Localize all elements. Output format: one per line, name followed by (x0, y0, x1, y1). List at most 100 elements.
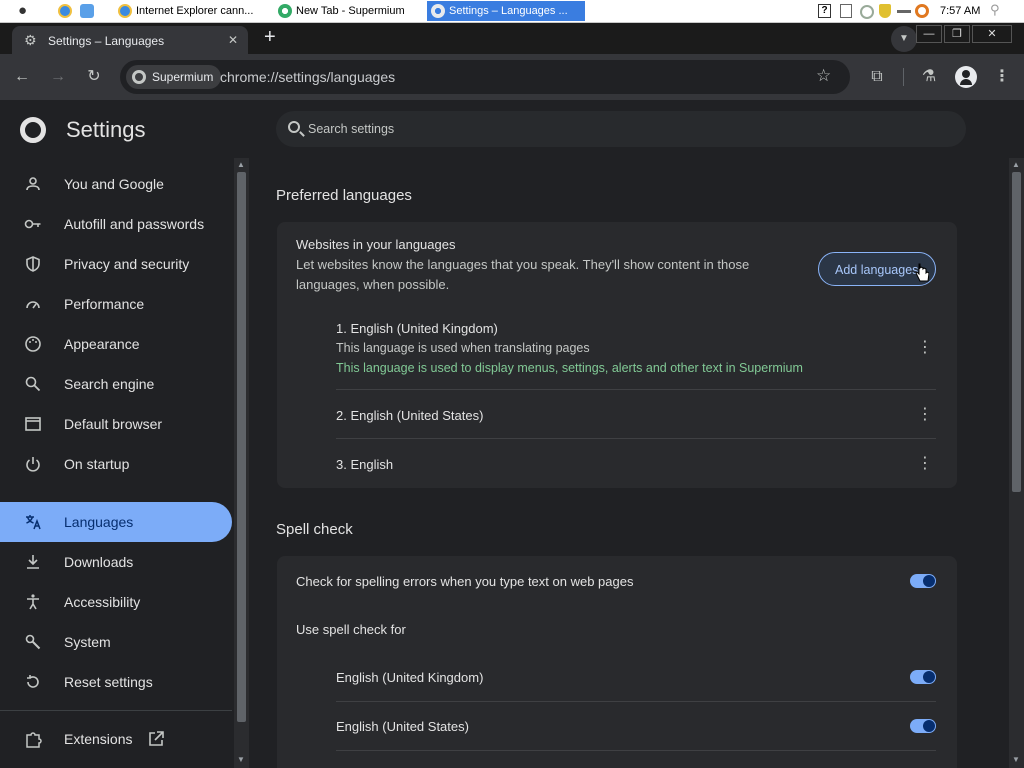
scroll-down-arrow-icon[interactable]: ▼ (237, 755, 245, 764)
sidebar-item-reset[interactable]: Reset settings (0, 662, 232, 702)
main-scrollbar[interactable]: ▲ ▼ (1009, 158, 1024, 768)
row-divider (336, 750, 936, 751)
chrome-logo-icon (20, 117, 46, 143)
ie-icon (118, 4, 132, 18)
scroll-up-arrow-icon[interactable]: ▲ (1012, 160, 1020, 169)
spell-check-toggle[interactable] (910, 574, 936, 588)
sidebar-item-downloads[interactable]: Downloads (0, 542, 232, 582)
spell-lang-label: English (United Kingdom) (336, 670, 484, 685)
tab-settings-languages[interactable]: ⚙ Settings – Languages ✕ (12, 26, 248, 54)
ie-quicklaunch-icon[interactable] (58, 4, 72, 18)
language-name: 1. English (United Kingdom) (336, 321, 498, 336)
menu-kebab-icon[interactable]: ⋮ (991, 66, 1013, 88)
sidebar-item-label: You and Google (64, 176, 164, 192)
shield-tray-icon[interactable] (879, 4, 891, 18)
person-icon (24, 175, 42, 193)
sidebar-item-extensions[interactable]: Extensions (0, 719, 232, 759)
sidebar-item-languages[interactable]: Languages (0, 502, 232, 542)
chip-label: Supermium (152, 70, 214, 84)
sidebar-item-on-startup[interactable]: On startup (0, 444, 232, 484)
card-description-line1: Let websites know the languages that you… (296, 257, 750, 272)
reset-icon (24, 673, 42, 691)
search-tray-icon[interactable] (915, 4, 929, 18)
download-icon (24, 553, 42, 571)
accessibility-icon (24, 593, 42, 611)
sidebar-item-label: Downloads (64, 554, 134, 570)
tab-close-icon[interactable]: ✕ (228, 33, 238, 47)
more-actions-icon[interactable]: ⋮ (917, 456, 933, 472)
sidebar-item-label: Search engine (64, 376, 155, 392)
reload-icon[interactable]: ↻ (83, 66, 105, 88)
taskbar-item-settings[interactable]: Settings – Languages ... (427, 1, 585, 21)
new-tab-button[interactable]: + (264, 26, 276, 49)
bookmark-star-icon[interactable]: ☆ (816, 66, 831, 86)
more-actions-icon[interactable]: ⋮ (917, 340, 933, 356)
row-divider (336, 389, 936, 390)
sidebar-item-label: Default browser (64, 416, 163, 432)
scrollbar-thumb[interactable] (1012, 172, 1021, 492)
search-input[interactable]: Search settings (308, 122, 394, 136)
settings-search-box[interactable]: Search settings (276, 111, 966, 147)
sidebar-item-search-engine[interactable]: Search engine (0, 364, 232, 404)
network-tray-icon[interactable] (840, 4, 852, 18)
supermium-logo-icon (132, 70, 146, 84)
sidebar-item-performance[interactable]: Performance (0, 284, 232, 324)
sidebar-item-label: Appearance (64, 336, 140, 352)
url-text[interactable]: chrome://settings/languages (220, 69, 395, 85)
settings-page: Settings Search settings You and Google … (0, 100, 1024, 768)
more-actions-icon[interactable]: ⋮ (917, 407, 933, 423)
labs-flask-icon[interactable]: ⚗ (918, 66, 940, 88)
sidebar-divider (0, 710, 232, 711)
extensions-puzzle-icon[interactable]: ⧉ (866, 66, 888, 88)
search-icon-handle (299, 131, 305, 137)
add-languages-label: Add languages (835, 263, 919, 277)
sidebar-item-label: On startup (64, 456, 130, 472)
sync-tray-icon[interactable] (860, 5, 874, 19)
taskbar-item-label: New Tab - Supermium (296, 5, 405, 17)
close-window-button[interactable]: ✕ (972, 25, 1012, 43)
back-arrow-icon[interactable]: ← (11, 66, 33, 88)
sidebar-item-autofill[interactable]: Autofill and passwords (0, 204, 232, 244)
sidebar-scrollbar[interactable]: ▲ ▼ (234, 158, 249, 768)
sidebar-item-appearance[interactable]: Appearance (0, 324, 232, 364)
scroll-down-arrow-icon[interactable]: ▼ (1012, 755, 1020, 764)
window-controls: — ❐ ✕ (914, 25, 1012, 43)
sidebar-item-privacy[interactable]: Privacy and security (0, 244, 232, 284)
apple-menu-icon[interactable]: ● (18, 2, 27, 19)
sidebar-item-default-browser[interactable]: Default browser (0, 404, 232, 444)
shield-icon (24, 255, 42, 273)
taskbar-item-new-tab[interactable]: New Tab - Supermium (274, 1, 424, 21)
spell-lang-toggle-uk[interactable] (910, 670, 936, 684)
help-tray-icon[interactable]: ? (818, 4, 831, 18)
gear-icon (431, 4, 445, 18)
language-name: 2. English (United States) (336, 408, 484, 423)
sidebar-item-label: Autofill and passwords (64, 216, 205, 232)
spell-lang-toggle-us[interactable] (910, 719, 936, 733)
gear-icon: ⚙ (24, 32, 37, 48)
puzzle-icon (24, 730, 42, 748)
restore-button[interactable]: ❐ (944, 25, 970, 43)
forward-arrow-icon[interactable]: → (47, 66, 69, 88)
taskbar-item-internet-explorer[interactable]: Internet Explorer cann... (114, 1, 266, 21)
tab-strip: ⚙ Settings – Languages ✕ + ▼ — ❐ ✕ (0, 23, 1024, 54)
power-icon (24, 455, 42, 473)
scroll-up-arrow-icon[interactable]: ▲ (237, 160, 245, 169)
sidebar-item-label: Privacy and security (64, 256, 190, 272)
clock[interactable]: 7:57 AM (940, 5, 980, 17)
ie-quicklaunch-icon-2[interactable] (80, 4, 94, 18)
key-tray-icon[interactable] (897, 10, 911, 13)
palette-icon (24, 335, 42, 353)
os-taskbar: ● Internet Explorer cann... New Tab - Su… (0, 0, 1024, 23)
address-bar[interactable]: Supermium chrome://settings/languages ☆ (120, 60, 850, 94)
person-icon (962, 70, 970, 78)
site-info-chip[interactable]: Supermium (126, 65, 222, 89)
profile-avatar[interactable] (955, 66, 977, 88)
scrollbar-thumb[interactable] (237, 172, 246, 722)
sidebar-item-label: Languages (64, 514, 134, 530)
sidebar-item-system[interactable]: System (0, 622, 232, 662)
sidebar-item-you-and-google[interactable]: You and Google (0, 164, 232, 204)
sidebar-item-accessibility[interactable]: Accessibility (0, 582, 232, 622)
minimize-button[interactable]: — (916, 25, 942, 43)
sidebar-item-label: System (64, 634, 111, 650)
spotlight-icon[interactable]: ⚲ (990, 2, 1000, 18)
